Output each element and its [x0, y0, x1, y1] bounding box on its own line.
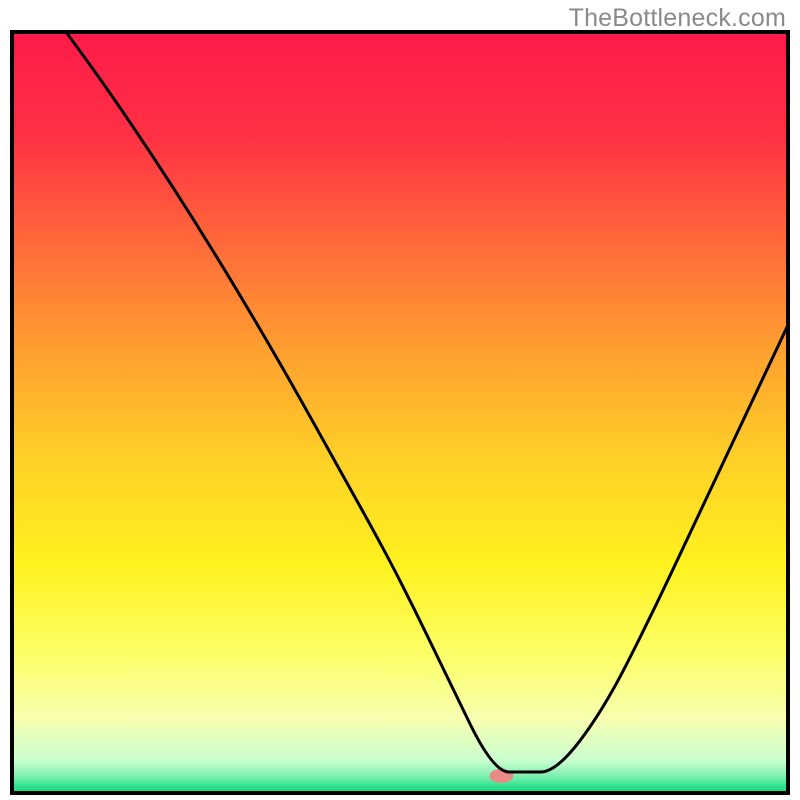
- chart-container: TheBottleneck.com: [0, 0, 800, 800]
- bottleneck-chart: [10, 30, 790, 795]
- watermark-text: TheBottleneck.com: [569, 4, 786, 33]
- chart-background: [10, 30, 790, 795]
